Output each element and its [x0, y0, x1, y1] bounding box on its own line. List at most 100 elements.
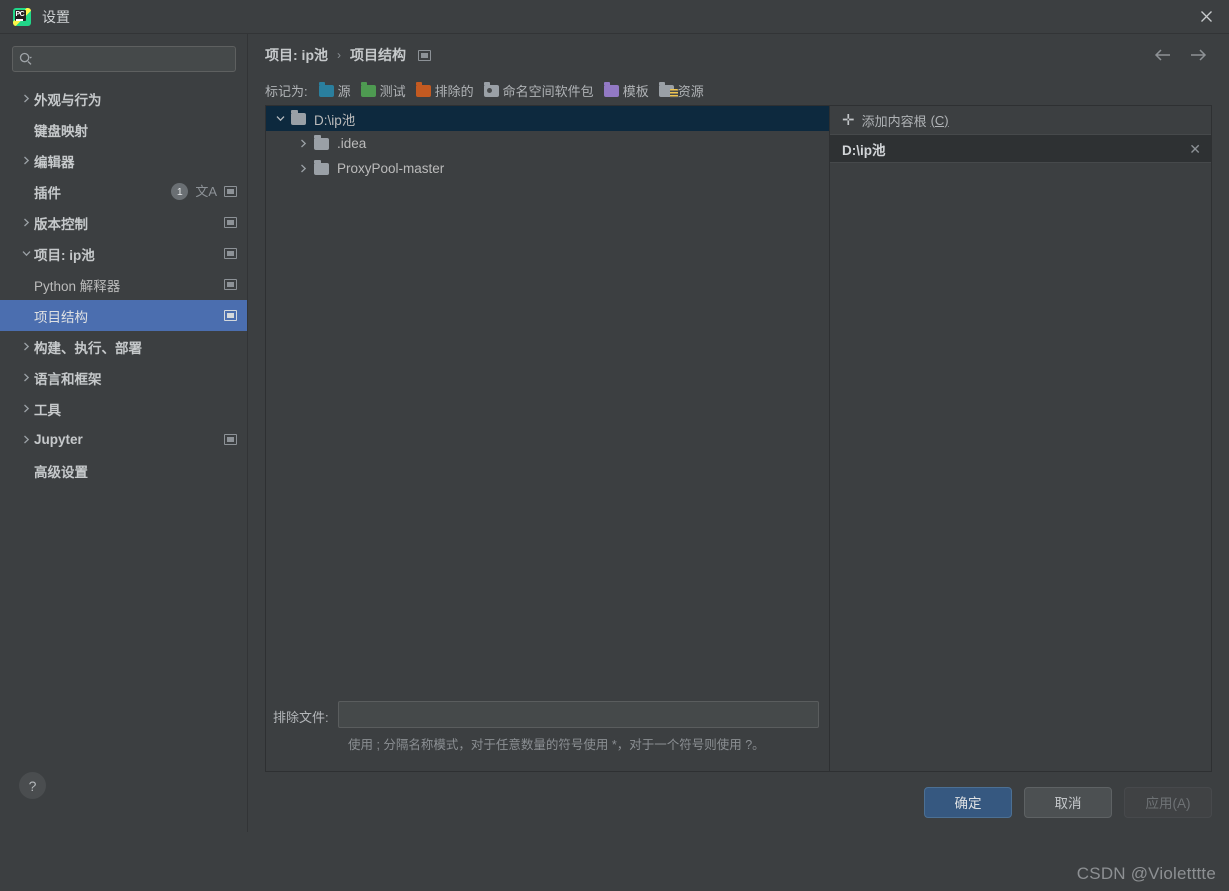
- folder-icon: [318, 82, 334, 97]
- sidebar-item-label: 外观与行为: [34, 92, 102, 108]
- folder-namespace-icon: [483, 82, 499, 97]
- chevron-right-icon: [19, 404, 34, 413]
- copy-settings-icon[interactable]: [224, 310, 237, 321]
- content-root-path: D:\ip池: [842, 142, 886, 158]
- project-structure-panels: D:\ip池 .idea ProxyPool-master 排除文件: 使用 ;…: [265, 105, 1212, 772]
- folder-icon: [314, 135, 329, 150]
- copy-settings-icon[interactable]: [224, 248, 237, 259]
- sidebar-item-languages-frameworks[interactable]: 语言和框架: [0, 362, 247, 393]
- history-navigation: [1153, 48, 1215, 62]
- ok-button[interactable]: 确定: [924, 786, 1012, 818]
- copy-settings-icon[interactable]: [418, 49, 431, 61]
- chevron-right-icon: [19, 94, 34, 103]
- help-button[interactable]: ?: [19, 772, 46, 799]
- sidebar-item-label: 项目: ip池: [34, 247, 95, 263]
- breadcrumb-item-project[interactable]: 项目: ip池: [265, 45, 328, 65]
- translate-icon[interactable]: 文A: [195, 185, 217, 198]
- chevron-right-icon[interactable]: [295, 139, 311, 148]
- chevron-right-icon: [19, 156, 34, 165]
- sidebar-item-label: 工具: [34, 402, 61, 418]
- mark-as-legend: 标记为: 源 测试 排除的 命名空间软件包 模板 资源: [248, 76, 1229, 105]
- sidebar-item-label: Jupyter: [34, 432, 83, 447]
- window-title-bar: PC 设置: [0, 0, 1229, 34]
- mark-as-label-sources: 源: [337, 84, 351, 99]
- sidebar-item-project[interactable]: 项目: ip池: [0, 238, 247, 269]
- sidebar-item-label: 版本控制: [34, 216, 88, 232]
- arrow-right-icon: [1191, 49, 1207, 61]
- tree-row[interactable]: .idea: [266, 131, 829, 156]
- tree-row[interactable]: D:\ip池: [266, 106, 829, 131]
- folder-icon: [314, 160, 329, 175]
- mark-as-sources[interactable]: 源: [318, 81, 351, 100]
- sidebar-item-tools[interactable]: 工具: [0, 393, 247, 424]
- chevron-down-icon[interactable]: [272, 114, 288, 123]
- chevron-right-icon[interactable]: [295, 164, 311, 173]
- window-close-button[interactable]: [1183, 0, 1229, 33]
- sidebar-item-editor[interactable]: 编辑器: [0, 145, 247, 176]
- mark-as-label-tests: 测试: [379, 84, 406, 99]
- sidebar-item-plugins[interactable]: 插件 1 文A: [0, 176, 247, 207]
- excluded-files-row: 排除文件:: [273, 695, 819, 728]
- folder-icon: [603, 82, 619, 97]
- sidebar-item-label: 键盘映射: [34, 123, 88, 139]
- sidebar-item-keymap[interactable]: 键盘映射: [0, 114, 247, 145]
- mark-as-tests[interactable]: 测试: [360, 81, 406, 100]
- sidebar-item-label: 编辑器: [34, 154, 75, 170]
- sidebar-item-appearance[interactable]: 外观与行为: [0, 83, 247, 114]
- mark-as-excluded[interactable]: 排除的: [415, 81, 474, 100]
- chevron-right-icon: [19, 373, 34, 382]
- sidebar-item-actions: [224, 217, 237, 228]
- sidebar-item-label: 构建、执行、部署: [34, 340, 142, 356]
- window-title: 设置: [42, 8, 70, 25]
- logo-bar: [16, 18, 23, 21]
- sidebar-item-advanced-settings[interactable]: 高级设置: [0, 455, 247, 486]
- sidebar-item-project-structure[interactable]: 项目结构: [0, 300, 247, 331]
- add-content-root-button[interactable]: ✛ 添加内容根 (C): [830, 106, 1211, 134]
- sidebar-item-build-execution-deployment[interactable]: 构建、执行、部署: [0, 331, 247, 362]
- tree-row-label: ProxyPool-master: [337, 161, 445, 176]
- folder-icon: [360, 82, 376, 97]
- back-button[interactable]: [1153, 48, 1172, 62]
- sidebar-item-label: Python 解释器: [34, 278, 121, 294]
- add-content-root-accelerator: (C): [930, 112, 949, 128]
- close-icon[interactable]: ✕: [1189, 142, 1201, 156]
- breadcrumb-separator: ›: [337, 48, 341, 62]
- sidebar-item-actions: 1 文A: [171, 183, 237, 200]
- dialog-footer: 确定 取消 应用(A): [248, 772, 1229, 832]
- content-roots-panel: ✛ 添加内容根 (C) D:\ip池 ✕: [830, 106, 1211, 771]
- mark-as-templates[interactable]: 模板: [603, 81, 649, 100]
- sidebar-item-jupyter[interactable]: Jupyter: [0, 424, 247, 455]
- search-input[interactable]: [37, 51, 229, 67]
- sidebar-item-actions: [224, 279, 237, 290]
- sidebar-item-label: 项目结构: [34, 309, 88, 325]
- chevron-right-icon: [19, 218, 34, 227]
- excluded-files-input[interactable]: [337, 701, 819, 728]
- copy-settings-icon[interactable]: [224, 217, 237, 228]
- sidebar-item-label: 高级设置: [34, 464, 88, 480]
- search-box[interactable]: [12, 46, 236, 72]
- sidebar-item-label: 插件: [34, 185, 61, 201]
- copy-settings-icon[interactable]: [224, 186, 237, 197]
- mark-as-resources[interactable]: 资源: [658, 81, 704, 100]
- chevron-right-icon: [19, 435, 34, 444]
- tree-row-label: .idea: [337, 136, 367, 151]
- module-tree-panel: D:\ip池 .idea ProxyPool-master 排除文件: 使用 ;…: [266, 106, 830, 771]
- tree-row[interactable]: ProxyPool-master: [266, 156, 829, 181]
- breadcrumb-item-project-structure[interactable]: 项目结构: [350, 45, 406, 65]
- settings-sidebar: 外观与行为 键盘映射 编辑器 插件 1 文A 版本控制 项目: ip池 Pyth…: [0, 34, 248, 832]
- settings-content: 项目: ip池 › 项目结构 标记为: 源 测试 排除的 命名空间软件包 模板 …: [248, 34, 1229, 832]
- mark-as-label-namespace: 命名空间软件包: [502, 84, 594, 99]
- sidebar-item-actions: [224, 434, 237, 445]
- excluded-files-section: 排除文件: 使用 ; 分隔名称模式，对于任意数量的符号使用 *，对于一个符号则使…: [266, 695, 829, 771]
- cancel-button[interactable]: 取消: [1024, 786, 1112, 818]
- mark-as-namespace-package[interactable]: 命名空间软件包: [483, 81, 594, 100]
- copy-settings-icon[interactable]: [224, 434, 237, 445]
- copy-settings-icon[interactable]: [224, 279, 237, 290]
- sidebar-item-python-interpreter[interactable]: Python 解释器: [0, 269, 247, 300]
- sidebar-item-version-control[interactable]: 版本控制: [0, 207, 247, 238]
- search-container: [0, 34, 247, 81]
- sidebar-footer: ?: [0, 739, 247, 832]
- settings-category-tree: 外观与行为 键盘映射 编辑器 插件 1 文A 版本控制 项目: ip池 Pyth…: [0, 81, 247, 739]
- content-root-item[interactable]: D:\ip池 ✕: [830, 134, 1211, 163]
- forward-button[interactable]: [1189, 48, 1208, 62]
